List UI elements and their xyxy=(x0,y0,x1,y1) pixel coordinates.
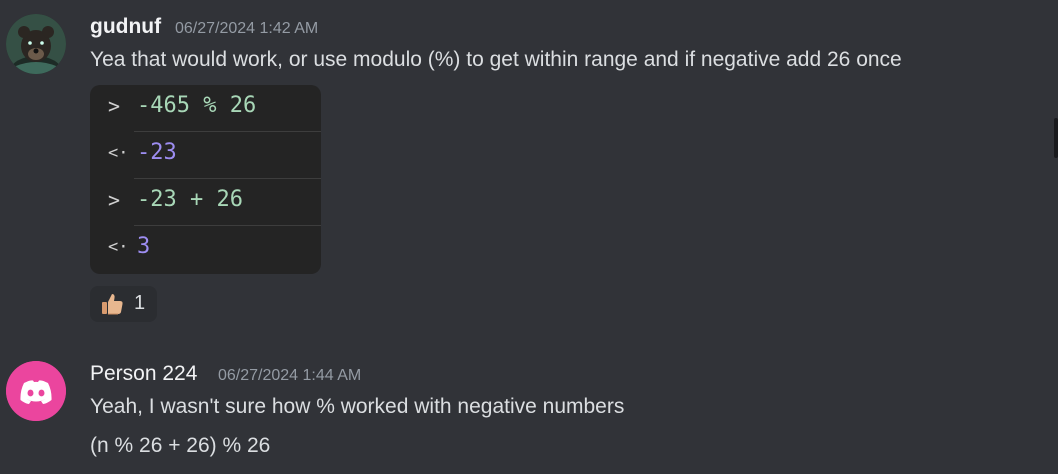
message-text: Yeah, I wasn't sure how % worked with ne… xyxy=(90,395,625,418)
avatar-person-224[interactable] xyxy=(6,361,66,421)
input-prompt-icon: > xyxy=(108,188,121,212)
console-line: > -23 + 26 xyxy=(90,179,321,226)
discord-logo-icon xyxy=(6,361,66,421)
console-screenshot: > -465 % 26 <· -23 > -23 + 26 <· 3 xyxy=(90,85,321,274)
console-line: <· -23 xyxy=(90,132,321,179)
reaction-thumbs-up[interactable]: 1 xyxy=(90,286,157,322)
console-output: 3 xyxy=(137,234,151,259)
message-text: Yea that would work, or use modulo (%) t… xyxy=(90,48,902,71)
message-person-224: Person 224 06/27/2024 1:44 AM Yeah, I wa… xyxy=(0,355,1058,474)
timestamp: 06/27/2024 1:42 AM xyxy=(175,20,319,37)
output-prompt-icon: <· xyxy=(108,237,129,257)
reaction-count: 1 xyxy=(134,292,146,314)
console-code: -465 % 26 xyxy=(137,93,257,118)
input-prompt-icon: > xyxy=(108,94,121,118)
output-prompt-icon: <· xyxy=(108,143,129,163)
author-name[interactable]: gudnuf xyxy=(90,15,161,39)
console-line: <· 3 xyxy=(90,226,321,273)
console-line: > -465 % 26 xyxy=(90,85,321,132)
message-gudnuf: gudnuf 06/27/2024 1:42 AM Yea that would… xyxy=(0,0,1058,330)
console-code: -23 + 26 xyxy=(137,187,243,212)
bear-avatar-icon xyxy=(6,14,66,74)
avatar-gudnuf[interactable] xyxy=(6,14,66,74)
message-text: (n % 26 + 26) % 26 xyxy=(90,434,271,457)
timestamp: 06/27/2024 1:44 AM xyxy=(218,367,362,384)
console-output: -23 xyxy=(137,140,177,165)
author-name[interactable]: Person 224 xyxy=(90,362,197,386)
scrollbar[interactable] xyxy=(1054,118,1058,158)
thumbs-up-icon xyxy=(99,291,125,322)
